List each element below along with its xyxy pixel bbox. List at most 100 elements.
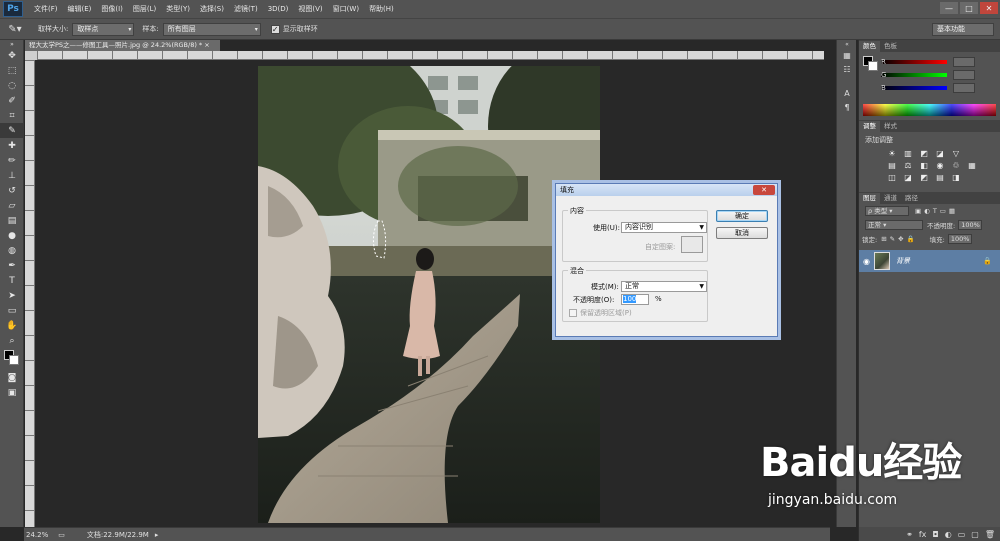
balance-icon[interactable]: ⚖ — [901, 161, 915, 170]
hand-icon[interactable]: ✋ — [0, 318, 24, 333]
paragraph-panel-icon[interactable]: ¶ — [837, 100, 857, 114]
properties-panel-icon[interactable]: ☷ — [837, 62, 857, 76]
eye-icon[interactable]: ◉ — [863, 257, 870, 266]
lock-icons[interactable]: ⊞✎✥🔒 — [881, 235, 917, 243]
tab-swatches[interactable]: 色板 — [880, 41, 901, 52]
levels-icon[interactable]: ▥ — [901, 149, 915, 158]
lookup-icon[interactable]: ▦ — [965, 161, 979, 170]
type-icon[interactable]: T — [0, 273, 24, 288]
tab-color[interactable]: 颜色 — [859, 41, 880, 52]
gradient-map-icon[interactable]: ▤ — [933, 173, 947, 182]
brightness-icon[interactable]: ☀ — [885, 149, 899, 158]
red-slider[interactable]: R — [859, 55, 1000, 68]
show-ring-checkbox[interactable]: ✓ — [270, 24, 280, 34]
cancel-button[interactable]: 取消 — [716, 227, 768, 239]
threshold-icon[interactable]: ◩ — [917, 173, 931, 182]
background-color[interactable] — [9, 355, 19, 365]
document-image[interactable] — [258, 66, 600, 523]
tab-paths[interactable]: 路径 — [901, 193, 922, 204]
mask-icon[interactable]: ◘ — [932, 530, 938, 539]
character-panel-icon[interactable]: A — [837, 86, 857, 100]
dodge-icon[interactable]: ◍ — [0, 243, 24, 258]
sample-select[interactable]: 所有图层 ▾ — [162, 22, 261, 36]
panel-background-color[interactable] — [868, 61, 878, 71]
marquee-icon[interactable]: ⬚ — [0, 63, 24, 78]
menu-layer[interactable]: 图层(L) — [128, 0, 161, 18]
exposure-icon[interactable]: ◪ — [933, 149, 947, 158]
blur-icon[interactable]: ● — [0, 228, 24, 243]
layer-filter-icons[interactable]: ▣◐T▭▦ — [915, 207, 958, 215]
tab-channels[interactable]: 通道 — [880, 193, 901, 204]
layer-name[interactable]: 背景 — [896, 256, 910, 266]
bw-icon[interactable]: ◧ — [917, 161, 931, 170]
quick-select-icon[interactable]: ✐ — [0, 93, 24, 108]
green-slider[interactable]: G — [859, 68, 1000, 81]
menu-select[interactable]: 选择(S) — [195, 0, 229, 18]
zoom-level[interactable]: 24.2% — [26, 531, 48, 539]
close-tab-icon[interactable]: × — [204, 41, 209, 49]
menu-help[interactable]: 帮助(H) — [364, 0, 399, 18]
eyedropper-preset-icon[interactable]: ✎▾ — [0, 24, 30, 35]
tab-layers[interactable]: 图层 — [859, 193, 880, 204]
selective-color-icon[interactable]: ◨ — [949, 173, 963, 182]
mode-select[interactable]: 正常 ▼ — [621, 281, 707, 292]
gradient-icon[interactable]: ▤ — [0, 213, 24, 228]
layer-item-background[interactable]: ◉ 背景 🔒 — [859, 250, 1000, 272]
preserve-transparency-checkbox[interactable] — [569, 309, 577, 317]
crop-icon[interactable]: ⌗ — [0, 108, 24, 123]
healing-icon[interactable]: ✚ — [0, 138, 24, 153]
path-select-icon[interactable]: ➤ — [0, 288, 24, 303]
menu-3d[interactable]: 3D(D) — [263, 0, 294, 18]
shape-icon[interactable]: ▭ — [0, 303, 24, 318]
quick-mask-icon[interactable]: ◙ — [0, 370, 24, 385]
eraser-icon[interactable]: ▱ — [0, 198, 24, 213]
workspace-select[interactable]: 基本功能 — [932, 23, 994, 36]
pen-icon[interactable]: ✒ — [0, 258, 24, 273]
vibrance-icon[interactable]: ▽ — [949, 149, 963, 158]
menu-type[interactable]: 类型(Y) — [161, 0, 195, 18]
menu-filter[interactable]: 滤镜(T) — [229, 0, 263, 18]
move-icon[interactable]: ✥ — [0, 48, 24, 63]
menu-view[interactable]: 视图(V) — [293, 0, 327, 18]
stamp-icon[interactable]: ⊥ — [0, 168, 24, 183]
toolbox-collapse-icon[interactable]: » — [0, 40, 24, 48]
menu-edit[interactable]: 编辑(E) — [63, 0, 97, 18]
curves-icon[interactable]: ◩ — [917, 149, 931, 158]
layer-kind-select[interactable]: ρ 类型 ▾ — [865, 206, 909, 216]
menu-image[interactable]: 图像(I) — [96, 0, 128, 18]
use-select[interactable]: 内容识别 ▼ — [621, 222, 707, 233]
opacity-field[interactable]: 100 — [621, 294, 649, 305]
group-icon[interactable]: ▭ — [958, 530, 966, 539]
ok-button[interactable]: 确定 — [716, 210, 768, 222]
color-swatches[interactable] — [0, 348, 24, 370]
fx-icon[interactable]: fx — [919, 530, 927, 539]
screen-mode-icon[interactable]: ▣ — [0, 385, 24, 400]
lasso-icon[interactable]: ◌ — [0, 78, 24, 93]
maximize-button[interactable]: □ — [960, 2, 978, 14]
status-menu-icon[interactable]: ▸ — [155, 531, 159, 539]
adjustment-layer-icon[interactable]: ◐ — [945, 530, 952, 539]
hue-icon[interactable]: ▤ — [885, 161, 899, 170]
invert-icon[interactable]: ◫ — [885, 173, 899, 182]
photo-filter-icon[interactable]: ◉ — [933, 161, 947, 170]
fill-input[interactable]: 100% — [947, 234, 972, 244]
close-window-button[interactable]: ✕ — [980, 2, 998, 14]
zoom-icon[interactable]: ⌕ — [0, 333, 24, 348]
sample-size-select[interactable]: 取样点 ▾ — [72, 22, 135, 36]
blue-slider[interactable]: B — [859, 81, 1000, 94]
posterize-icon[interactable]: ◪ — [901, 173, 915, 182]
tab-adjustments[interactable]: 调整 — [859, 121, 880, 132]
eyedropper-icon[interactable]: ✎ — [0, 123, 24, 138]
history-panel-icon[interactable]: ▦ — [837, 48, 857, 62]
collapse-icon[interactable]: « — [837, 40, 857, 48]
trash-icon[interactable]: 🗑 — [985, 530, 995, 539]
dialog-close-button[interactable]: ✕ — [753, 185, 775, 195]
menu-file[interactable]: 文件(F) — [29, 0, 63, 18]
color-spectrum[interactable] — [863, 104, 996, 116]
link-icon[interactable]: ⚭ — [906, 530, 913, 539]
history-brush-icon[interactable]: ↺ — [0, 183, 24, 198]
new-layer-icon[interactable]: ▢ — [971, 530, 979, 539]
minimize-button[interactable]: — — [940, 2, 958, 14]
menu-window[interactable]: 窗口(W) — [328, 0, 364, 18]
dialog-titlebar[interactable]: 填充 ✕ — [556, 184, 777, 196]
